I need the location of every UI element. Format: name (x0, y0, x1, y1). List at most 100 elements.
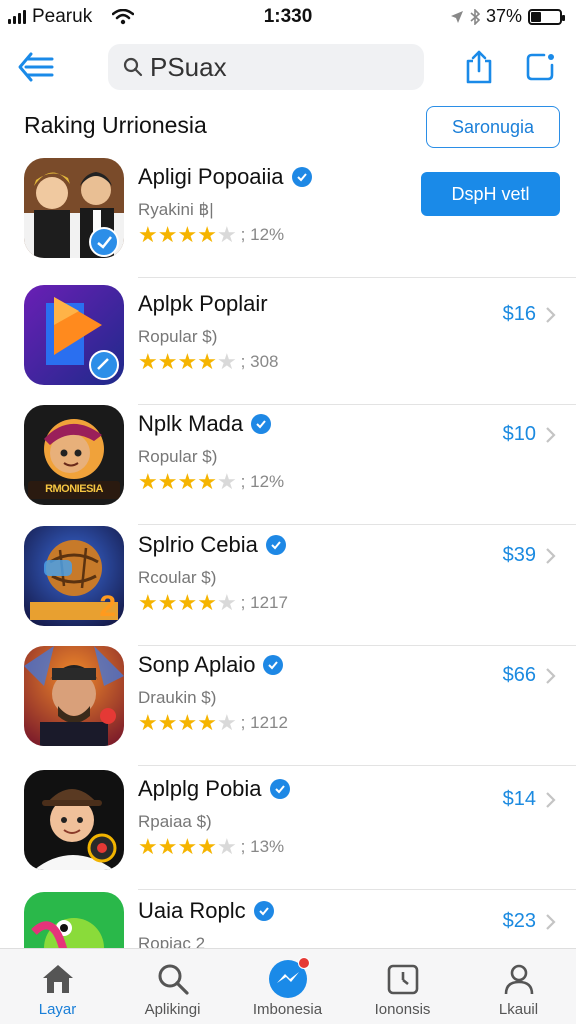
app-name: Uaia Roplc (138, 898, 274, 924)
app-name: Apligi Popoaiia (138, 164, 312, 190)
tab-layar[interactable]: Layar (0, 949, 115, 1024)
chevron-right-icon (546, 668, 556, 684)
bluetooth-icon (470, 8, 480, 25)
verified-icon (291, 167, 312, 187)
star-empty-icon: ★ (216, 469, 237, 494)
app-subtitle: Ryakini ฿| (138, 200, 214, 219)
rating-count: ; 12% (240, 225, 285, 244)
nav-row: PSuax (0, 42, 576, 92)
app-name-text: Uaia Roplc (138, 898, 246, 923)
app-icon (24, 646, 124, 746)
tab-label: Aplikingi (144, 1001, 201, 1018)
star-filled-icon: ★ (177, 590, 198, 615)
chevron-right-icon (546, 548, 556, 564)
star-filled-icon: ★ (197, 222, 217, 247)
app-rating: ★ ★ ★ ★ ★; 13% (138, 836, 284, 858)
chevron-right-icon (546, 307, 556, 323)
price-label[interactable]: $16 (503, 303, 536, 326)
price-label[interactable]: $39 (503, 544, 536, 567)
tab-label: Layar (38, 1001, 77, 1018)
app-name-text: Sonp Aplaio (138, 652, 256, 677)
tab-lkauil[interactable]: Lkauil (461, 949, 576, 1024)
star-empty-icon: ★ (216, 834, 237, 859)
more-button[interactable] (520, 46, 560, 88)
app-icon (24, 285, 124, 385)
app-name: Nplk Mada (138, 411, 272, 437)
price-label[interactable]: $23 (503, 910, 536, 933)
divider (138, 524, 576, 525)
star-filled-icon: ★ (138, 834, 158, 859)
star-filled-icon: ★ (177, 222, 198, 247)
search-input[interactable]: PSuax (108, 44, 424, 90)
verified-icon (269, 779, 290, 799)
star-filled-icon: ★ (197, 469, 217, 494)
back-button[interactable] (14, 46, 58, 88)
battery-percent: 37% (485, 6, 522, 26)
price-label[interactable]: $14 (503, 788, 536, 811)
share-button[interactable] (460, 46, 498, 88)
star-empty-icon: ★ (216, 710, 237, 735)
app-name: Aplplg Pobia (138, 776, 290, 802)
calendar-icon (383, 959, 423, 999)
app-name: Aplpk Poplair (138, 291, 268, 317)
star-empty-icon: ★ (216, 349, 237, 374)
get-button[interactable]: DspH vetl (421, 172, 560, 216)
app-name: Sonp Aplaio (138, 652, 284, 678)
list-item[interactable]: Aplplg Pobia Rpaiaa $) ★ ★ ★ ★ ★; 13% $14 (0, 770, 576, 890)
status-right: 37% (450, 6, 565, 27)
price-label[interactable]: $66 (503, 664, 536, 687)
tab-aplikingi[interactable]: Aplikingi (115, 949, 230, 1024)
app-rating: ★ ★ ★ ★ ★; 12% (138, 471, 284, 493)
star-filled-icon: ★ (157, 349, 178, 374)
star-empty-icon: ★ (216, 222, 237, 247)
list-item[interactable]: Apligi Popoaiia Ryakini ฿| ★ ★ ★ ★ ★; 12% Ds… (0, 158, 576, 278)
price-label[interactable]: $10 (503, 423, 536, 446)
verified-icon (263, 655, 284, 675)
icon-text: 2 (99, 590, 116, 623)
app-icon (24, 770, 124, 870)
app-icon: 2 (24, 526, 124, 626)
app-name: Splrio Cebia (138, 532, 286, 558)
app-name-text: Aplplg Pobia (138, 776, 262, 801)
star-filled-icon: ★ (197, 349, 217, 374)
chevron-right-icon (546, 914, 556, 930)
star-filled-icon: ★ (197, 590, 217, 615)
list-item[interactable]: Aplpk Poplair Ropular $) ★ ★ ★ ★ ★; 308 $16 (0, 285, 576, 405)
search-icon (153, 959, 193, 999)
app-name-text: Splrio Cebia (138, 532, 258, 557)
verified-icon (251, 414, 272, 434)
star-filled-icon: ★ (157, 590, 178, 615)
tab-iononsis[interactable]: Iononsis (345, 949, 460, 1024)
star-filled-icon: ★ (177, 349, 198, 374)
divider (138, 277, 576, 278)
star-filled-icon: ★ (197, 710, 217, 735)
rating-count: ; 308 (240, 352, 279, 371)
section-title: Raking Urrionesia (24, 112, 207, 138)
tab-label: Lkauil (498, 1001, 539, 1018)
star-filled-icon: ★ (177, 710, 198, 735)
star-filled-icon: ★ (138, 710, 158, 735)
app-subtitle: Draukin $) (138, 688, 217, 707)
tab-label: Imbonesia (252, 1001, 323, 1018)
star-filled-icon: ★ (177, 469, 198, 494)
app-icon (24, 158, 124, 258)
app-subtitle: Ropular $) (138, 447, 218, 466)
section-action-button[interactable]: Saronugia (426, 106, 560, 148)
verified-icon (265, 535, 286, 555)
star-empty-icon: ★ (216, 590, 237, 615)
tab-bar: Layar Aplikingi Imbonesia Iononsis Lkaui… (0, 948, 576, 1024)
app-name-text: Aplpk Poplair (138, 291, 268, 316)
star-filled-icon: ★ (157, 469, 178, 494)
list-item[interactable]: Sonp Aplaio Draukin $) ★ ★ ★ ★ ★; 1212 $66 (0, 646, 576, 766)
tab-imbonesia[interactable]: Imbonesia (230, 949, 345, 1024)
star-filled-icon: ★ (138, 590, 158, 615)
star-filled-icon: ★ (138, 469, 158, 494)
location-icon (450, 10, 463, 23)
back-arrow-icon (18, 52, 54, 82)
list-item[interactable]: 2 Splrio Cebia Rcoular $) ★ ★ ★ ★ ★; 1217 $3… (0, 526, 576, 646)
star-filled-icon: ★ (157, 834, 178, 859)
star-filled-icon: ★ (157, 222, 178, 247)
rating-count: ; 1212 (240, 713, 288, 732)
chevron-right-icon (546, 792, 556, 808)
list-item[interactable]: RMONIESIA Nplk Mada Ropular $) ★ ★ ★ ★ ★; 12… (0, 405, 576, 525)
